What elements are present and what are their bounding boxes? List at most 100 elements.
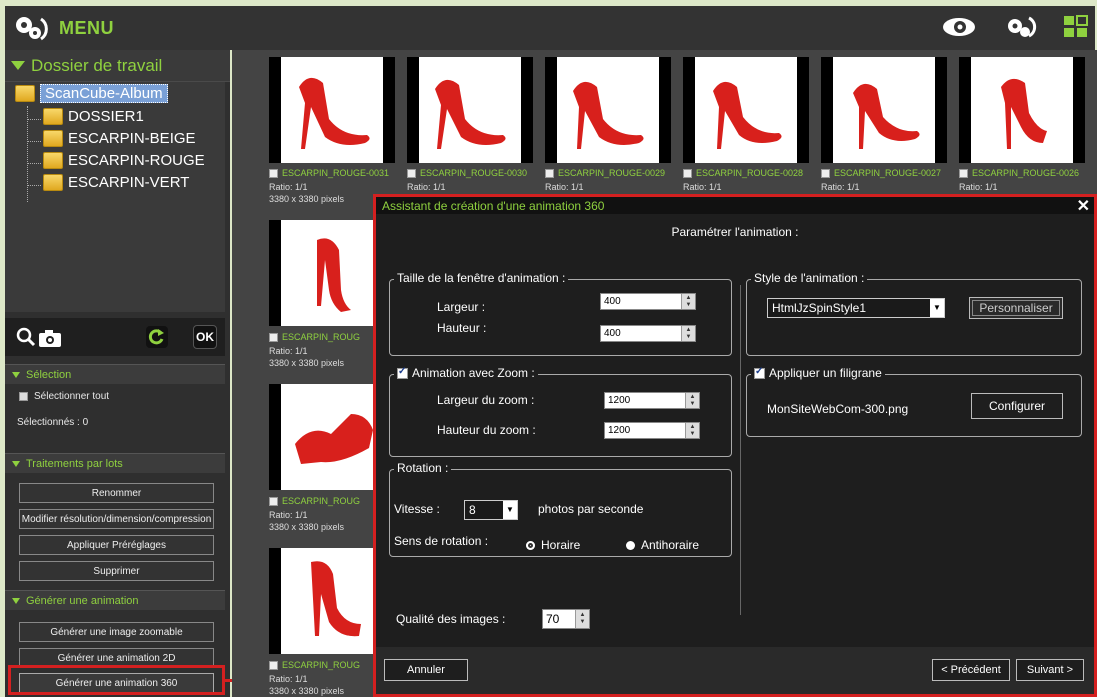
gear-refresh-icon[interactable] xyxy=(1001,14,1041,40)
thumbnail-filename: ESCARPIN_ROUGE-0027 xyxy=(834,168,942,178)
tree-item-dossier1[interactable]: DOSSIER1 xyxy=(43,108,144,125)
speed-label: Vitesse : xyxy=(394,502,440,516)
selected-count: Sélectionnés : 0 xyxy=(17,417,89,428)
thumbnail-caption[interactable]: ESCARPIN_ROUGE-0027 xyxy=(821,168,942,179)
tree-item-escarpin-beige[interactable]: ESCARPIN-BEIGE xyxy=(43,130,196,147)
tree-item-root[interactable]: ScanCube-Album xyxy=(15,84,168,103)
height-label: Hauteur : xyxy=(437,321,487,335)
refresh-icon[interactable] xyxy=(145,325,169,354)
rename-button[interactable]: Renommer xyxy=(19,483,214,503)
thumbnail-image[interactable] xyxy=(269,57,395,163)
zoom-width-input[interactable]: 1200 ▲ ▼ xyxy=(604,392,700,409)
style-select-value: HtmlJzSpinStyle1 xyxy=(772,301,867,315)
height-input[interactable]: 400 ▲ ▼ xyxy=(600,325,696,342)
collapse-triangle-icon xyxy=(11,61,25,70)
menu-button[interactable]: MENU xyxy=(11,12,114,44)
radio-clockwise[interactable]: Horaire xyxy=(526,538,580,552)
apply-presets-button[interactable]: Appliquer Préréglages xyxy=(19,535,214,555)
thumbnail-meta: Ratio: 1/1 xyxy=(683,181,722,193)
thumbnail-caption[interactable]: ESCARPIN_ROUGE-0031 xyxy=(269,168,389,179)
gears-icon xyxy=(11,13,53,43)
radio-counterclockwise[interactable]: Antihoraire xyxy=(626,538,699,552)
select-all-label: Sélectionner tout xyxy=(34,391,110,402)
zoom-legend[interactable]: Animation avec Zoom : xyxy=(394,366,538,380)
configure-button[interactable]: Configurer xyxy=(971,393,1063,419)
watermark-checkbox[interactable] xyxy=(754,366,765,379)
ok-button[interactable]: OK xyxy=(193,325,217,349)
spinner-arrows-icon[interactable]: ▲ ▼ xyxy=(685,423,699,438)
thumbnail-image[interactable] xyxy=(959,57,1085,163)
style-select[interactable]: HtmlJzSpinStyle1 ▼ xyxy=(767,298,945,318)
radio-unselected-icon xyxy=(626,541,635,551)
thumbnail-caption[interactable]: ESCARPIN_ROUGE-0029 xyxy=(545,168,665,179)
window-size-group: Taille de la fenêtre d'animation : Large… xyxy=(389,271,732,356)
thumbnail-size: 3380 x 3380 pixels xyxy=(269,686,345,696)
spinner-arrows-icon[interactable]: ▲ ▼ xyxy=(685,393,699,408)
folder-icon xyxy=(43,174,63,191)
select-all-checkbox[interactable]: Sélectionner tout xyxy=(19,391,109,402)
thumbnail-image[interactable] xyxy=(683,57,809,163)
thumbnail-ratio: Ratio: 1/1 xyxy=(545,182,584,192)
folder-icon xyxy=(43,130,63,147)
thumbnail-ratio: Ratio: 1/1 xyxy=(683,182,722,192)
dialog-title-bar[interactable]: Assistant de création d'une animation 36… xyxy=(376,196,1094,216)
shoe-image xyxy=(311,561,361,637)
chevron-down-icon[interactable]: ▼ xyxy=(930,299,944,317)
grid-layout-icon[interactable] xyxy=(1063,15,1089,39)
width-input[interactable]: 400 ▲ ▼ xyxy=(600,293,696,310)
modify-resolution-button[interactable]: Modifier résolution/dimension/compressio… xyxy=(19,509,214,529)
thumbnail-ratio: Ratio: 1/1 xyxy=(269,510,308,520)
thumbnail-filename: ESCARPIN_ROUG xyxy=(282,496,361,506)
checkbox-icon xyxy=(683,169,692,179)
thumbnail-image[interactable] xyxy=(545,57,671,163)
thumbnail-caption[interactable]: ESCARPIN_ROUGE-0028 xyxy=(683,168,803,179)
generate-zoomable-button[interactable]: Générer une image zoomable xyxy=(19,622,214,642)
cancel-button[interactable]: Annuler xyxy=(384,659,468,681)
thumbnail-filename: ESCARPIN_ROUG xyxy=(282,660,361,670)
thumbnail-caption[interactable]: ESCARPIN_ROUG xyxy=(269,496,361,507)
customize-button[interactable]: Personnaliser xyxy=(969,297,1063,319)
checkbox-icon xyxy=(821,169,830,179)
previous-button[interactable]: < Précédent xyxy=(932,659,1010,681)
zoom-width-value: 1200 xyxy=(608,395,631,406)
selection-title: Sélection xyxy=(26,368,72,381)
chevron-down-icon[interactable]: ▼ xyxy=(503,501,517,519)
shoe-image xyxy=(317,238,351,312)
column-divider xyxy=(740,285,741,615)
collapse-triangle-icon xyxy=(12,371,20,378)
delete-button[interactable]: Supprimer xyxy=(19,561,214,581)
tree-item-label: ESCARPIN-VERT xyxy=(68,174,190,191)
quality-value: 70 xyxy=(546,612,560,626)
spinner-arrows-icon[interactable]: ▲ ▼ xyxy=(681,294,695,309)
thumbnail-caption[interactable]: ESCARPIN_ROUG xyxy=(269,660,361,671)
spinner-arrows-icon[interactable]: ▲ ▼ xyxy=(681,326,695,341)
zoom-height-input[interactable]: 1200 ▲ ▼ xyxy=(604,422,700,439)
window-size-legend: Taille de la fenêtre d'animation : xyxy=(394,271,569,285)
tree-item-escarpin-rouge[interactable]: ESCARPIN-ROUGE xyxy=(43,152,205,169)
search-camera-icon[interactable] xyxy=(15,326,65,355)
checkbox-icon xyxy=(269,169,278,179)
eye-icon[interactable] xyxy=(939,14,979,40)
thumbnail-image[interactable] xyxy=(821,57,947,163)
thumbnail-caption[interactable]: ESCARPIN_ROUGE-0030 xyxy=(407,168,527,179)
thumbnail-caption[interactable]: ESCARPIN_ROUG xyxy=(269,332,360,343)
dialog-title: Assistant de création d'une animation 36… xyxy=(382,198,605,213)
working-folder-header[interactable]: Dossier de travail xyxy=(5,50,230,82)
selection-header[interactable]: Sélection xyxy=(5,364,225,384)
folder-tree: ScanCube-Album DOSSIER1 ESCARPIN-BEIGE E… xyxy=(5,82,225,312)
zoom-checkbox[interactable] xyxy=(397,366,408,379)
tree-item-label: ScanCube-Album xyxy=(40,84,168,103)
batch-header[interactable]: Traitements par lots xyxy=(5,453,225,473)
quality-input[interactable]: 70 ▲ ▼ xyxy=(542,609,590,629)
thumbnail-caption[interactable]: ESCARPIN_ROUGE-0026 xyxy=(959,168,1079,179)
thumbnail-meta: Ratio: 1/1 xyxy=(407,181,446,193)
tree-item-escarpin-vert[interactable]: ESCARPIN-VERT xyxy=(43,174,189,191)
next-button[interactable]: Suivant > xyxy=(1016,659,1084,681)
batch-title: Traitements par lots xyxy=(26,457,123,470)
animation-header[interactable]: Générer une animation xyxy=(5,590,225,610)
speed-select[interactable]: 8 ▼ xyxy=(464,500,518,520)
thumbnail-image[interactable] xyxy=(407,57,533,163)
watermark-legend[interactable]: Appliquer un filigrane xyxy=(751,366,885,380)
spinner-arrows-icon[interactable]: ▲ ▼ xyxy=(575,610,589,628)
close-icon[interactable]: ✕ xyxy=(1077,196,1090,216)
